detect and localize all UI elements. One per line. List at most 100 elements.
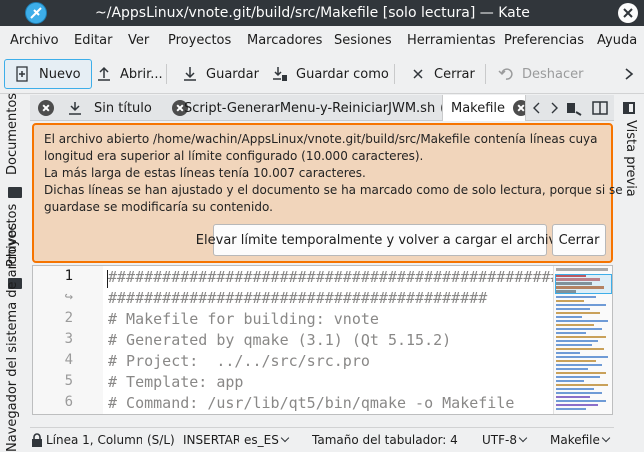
encoding-selector[interactable]: UTF-8 [482,433,530,447]
tab-scroll-buttons[interactable] [528,95,564,121]
tab-size-selector[interactable]: Tamaño del tabulador: 4 [312,433,458,447]
toolbar-separator [485,64,486,84]
menu-proyectos[interactable]: Proyectos [168,33,231,48]
sidebar-tab-documents[interactable]: Documentos [5,93,20,175]
save-button[interactable]: Guardar [182,59,259,89]
menu-ver[interactable]: Ver [128,33,149,48]
menu-marcadores[interactable]: Marcadores [247,33,322,48]
line-number: 3 [64,331,73,347]
code-editor[interactable]: 1 ↪ 2 3 4 5 6 ##########################… [32,265,613,415]
right-sidebar: Vista previa [614,95,644,427]
folder-icon [8,187,22,198]
scrollbar-minimap[interactable] [553,266,612,414]
status-bar: Línea 1, Columna 1 (S/L) INSERTAR es_ES … [30,427,614,452]
code-line: # Generated by qmake (3.1) (Qt 5.15.2) [108,331,452,349]
save-arrow-icon [184,67,196,81]
tab-scroll-arrows-icon [533,102,558,114]
message-line: longitud era superior al límite configur… [44,149,424,163]
tab-label: Makefile [451,100,506,116]
insert-mode-indicator[interactable]: INSERTAR [183,433,239,447]
toolbar-separator [394,64,395,84]
message-line: Dichas líneas se han ajustado y el docum… [44,183,623,197]
code-line: # Makefile for building: vnote [108,310,379,328]
code-line: # Project: ../../src/src.pro [108,352,370,370]
undo-button[interactable]: Deshacer [498,59,583,89]
chevron-down-icon [601,433,611,443]
quick-open-icon [567,103,582,116]
line-number: 4 [64,352,73,368]
open-button[interactable]: Abrir... [96,59,163,89]
code-line: ########################################… [108,268,613,286]
filetype-selector[interactable]: Makefile [550,433,614,447]
left-sidebar: Documentos Proyectos Navegador del siste… [0,93,30,452]
tab-unnamed[interactable] [32,95,62,121]
code-line: # Template: app [108,373,244,391]
line-number: 5 [64,373,73,389]
save-as-button[interactable]: Guardar como [272,59,389,89]
menu-preferencias[interactable]: Preferencias [504,33,584,48]
preview-icon [623,102,635,114]
filetype-label: Makefile [550,433,600,447]
tab-script[interactable]: Script-GenerarMenu-y-ReiniciarJWM.sh [176,95,444,121]
new-button[interactable]: Nuevo [4,59,92,89]
wrap-indicator-icon: ↪ [64,289,73,305]
split-view-icon [592,101,608,115]
tab-close-icon[interactable] [38,100,54,116]
tab-label: Sin título [94,100,152,116]
language-label: es_ES [244,433,279,447]
cursor-position[interactable]: Línea 1, Columna 1 [46,433,142,447]
split-view-button[interactable] [590,95,612,121]
document-download-icon [69,102,81,115]
chevron-down-icon [280,433,290,443]
lock-icon [32,433,42,447]
undo-icon [498,68,513,80]
sidebar-tab-preview[interactable]: Vista previa [623,120,638,197]
reload-with-higher-limit-button[interactable]: Elevar límite temporalmente y volver a c… [196,224,564,256]
minimap-viewport[interactable] [555,274,612,294]
tab-makefile[interactable]: Makefile [442,95,526,121]
close-button-label: Cerrar [434,66,475,82]
open-button-label: Abrir... [120,66,163,82]
language-selector[interactable]: es_ES [244,433,292,447]
line-number: 1 [64,268,73,284]
menu-archivo[interactable]: Archivo [10,33,59,48]
window-title: ~/AppsLinux/vnote.git/build/src/Makefile… [95,5,530,21]
toolbar-overflow-button[interactable] [624,59,634,89]
chevron-down-icon [518,433,528,443]
sidebar-tab-filesystem[interactable]: Navegador del sistema de archivos [5,223,20,452]
menu-bar: Archivo Editar Ver Proyectos Marcadores … [0,26,644,54]
save-as-button-label: Guardar como [296,66,389,82]
main-toolbar: Nuevo Abrir... Guardar Guardar como Cerr… [0,54,644,94]
new-document-icon [16,66,28,82]
menu-editar[interactable]: Editar [74,33,113,48]
open-arrow-icon [98,66,110,81]
encoding-label: UTF-8 [482,433,517,447]
menu-sesiones[interactable]: Sesiones [334,33,392,48]
tab-label: Script-GenerarMenu-y-ReiniciarJWM.sh [184,100,436,116]
input-mode-indicator[interactable]: (S/L) [147,433,183,447]
line-number: 2 [64,310,73,326]
save-button-label: Guardar [206,66,259,82]
save-as-icon [273,67,287,81]
toolbar-separator [166,64,167,84]
code-line: # Command: /usr/lib/qt5/bin/qmake -o Mak… [108,394,515,412]
close-button[interactable]: Cerrar [410,59,475,89]
message-line: guardase se modificaría su contenido. [44,200,273,214]
kate-app-icon[interactable] [25,2,47,24]
tab-close-icon[interactable] [513,100,525,116]
title-bar: ~/AppsLinux/vnote.git/build/src/Makefile… [0,0,644,26]
menu-herramientas[interactable]: Herramientas [407,33,496,48]
line-number-gutter: 1 ↪ 2 3 4 5 6 [33,266,103,414]
code-line: ########################################… [108,289,488,307]
dismiss-message-button[interactable]: Cerrar [552,224,606,256]
window-close-button[interactable] [618,3,638,23]
new-button-label: Nuevo [39,66,81,82]
line-number: 6 [64,394,73,410]
message-line: La más larga de estas líneas tenía 10.00… [44,166,366,180]
undo-button-label: Deshacer [522,66,584,82]
menu-ayuda[interactable]: Ayuda [597,33,637,48]
close-x-icon [413,69,423,79]
tab-size-label: Tamaño del tabulador: 4 [312,433,458,447]
document-tab-bar: Sin título Script-GenerarMenu-y-Reinicia… [30,95,614,121]
quick-open-button[interactable] [562,95,588,121]
